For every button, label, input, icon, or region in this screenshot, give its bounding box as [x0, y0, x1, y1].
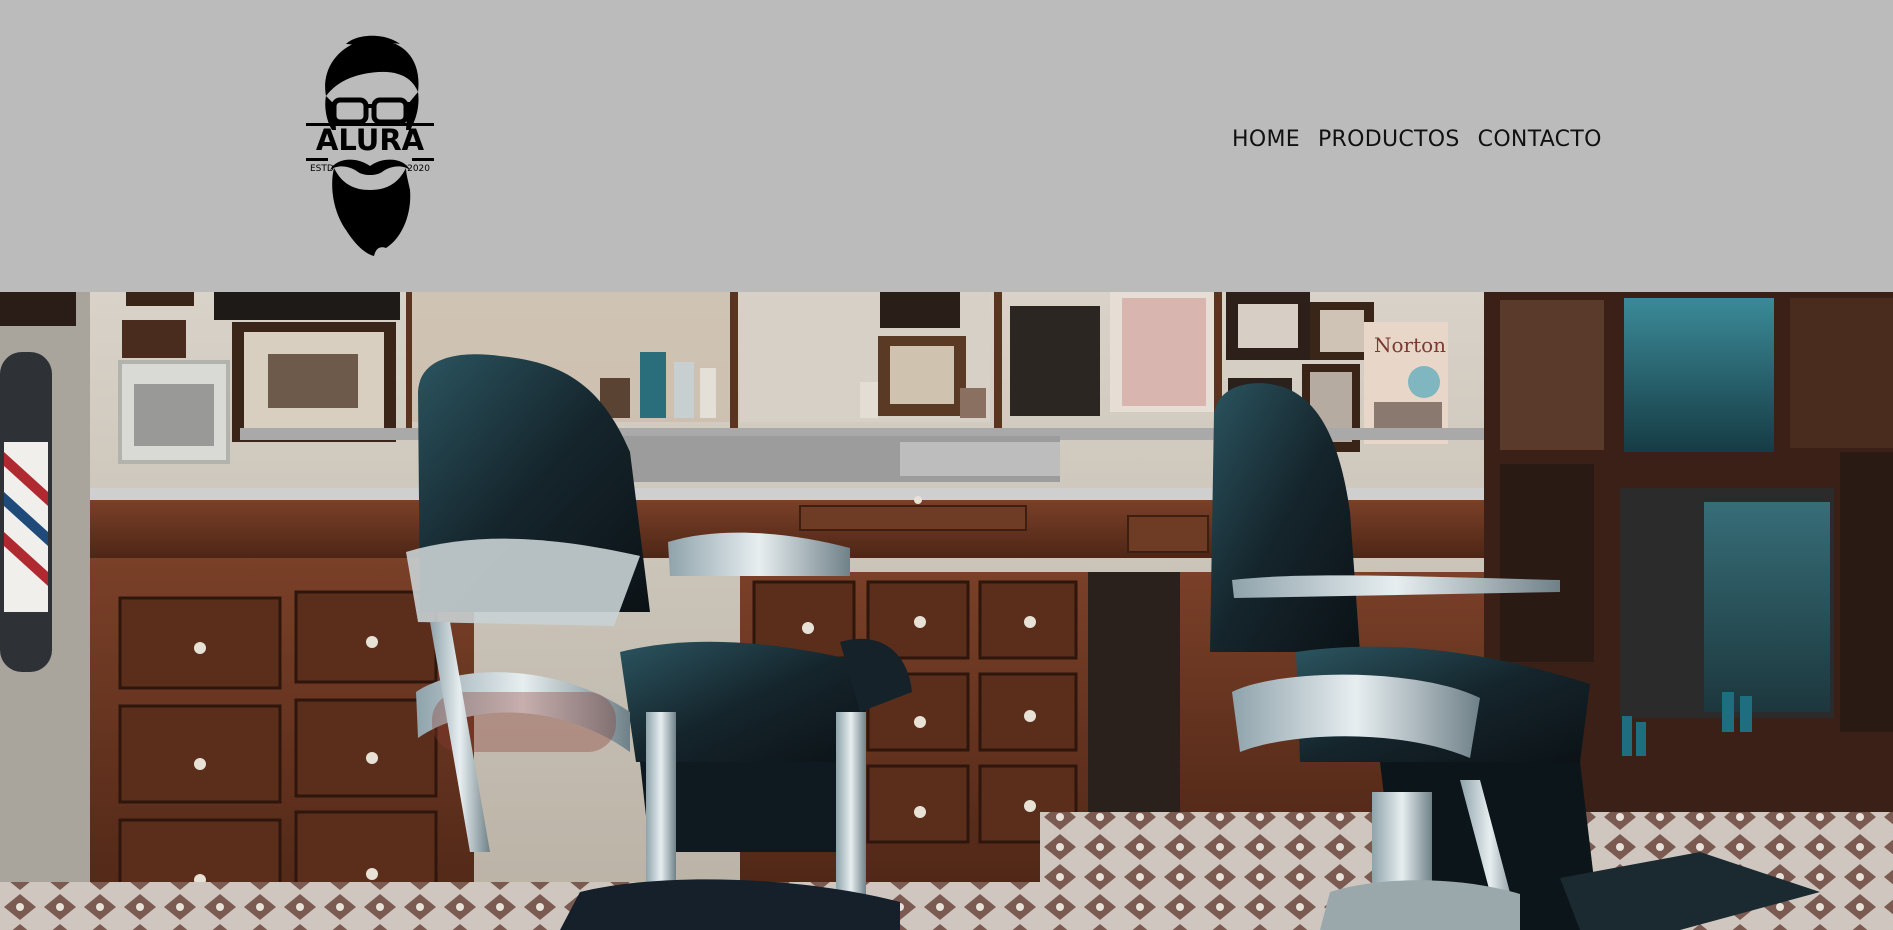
barbershop-interior-photo: Norton	[0, 292, 1893, 930]
logo-estd-text: ESTD	[310, 164, 334, 174]
alura-logo[interactable]: ALURA ESTD 2020	[306, 34, 434, 256]
logo-brand-text: ALURA	[315, 123, 425, 157]
main-nav: HOME PRODUCTOS CONTACTO	[1232, 123, 1602, 155]
nav-home-link[interactable]: HOME	[1232, 127, 1300, 152]
nav-productos-link[interactable]: PRODUCTOS	[1318, 127, 1460, 152]
logo-year-text: 2020	[407, 164, 430, 174]
site-header: ALURA ESTD 2020 HOME PRODUCTOS CONTACTO	[0, 0, 1893, 292]
norton-sign-text: Norton	[1374, 333, 1446, 357]
nav-contacto-link[interactable]: CONTACTO	[1478, 127, 1602, 152]
hero-banner: Norton	[0, 292, 1893, 930]
